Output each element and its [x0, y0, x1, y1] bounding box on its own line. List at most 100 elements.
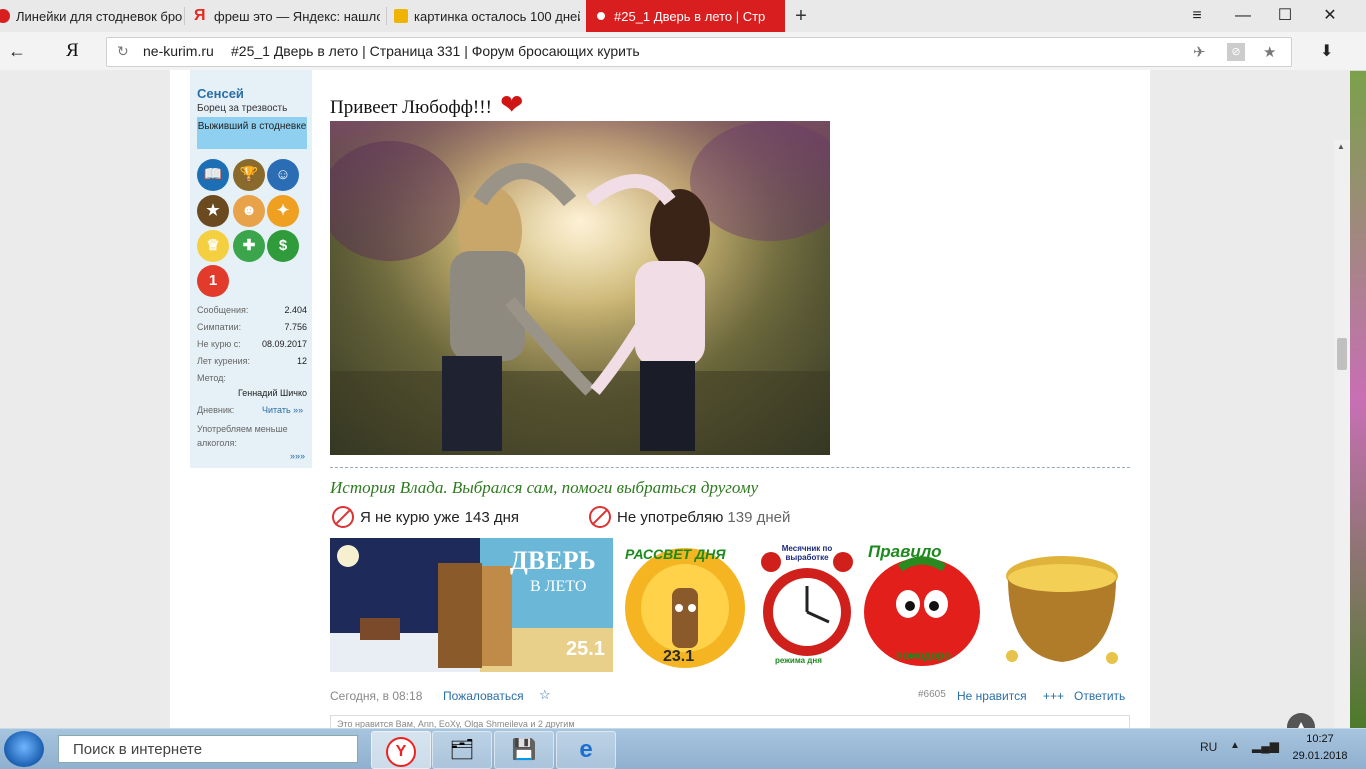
more-link[interactable]: »»»: [290, 451, 305, 461]
tab-yandex-fresh[interactable]: Я фреш это — Яндекс: нашло: [194, 0, 380, 32]
diary-read-link[interactable]: Читать »»: [262, 405, 303, 415]
maximize-icon[interactable]: ☐: [1270, 4, 1300, 28]
tab-bar: Линейки для стодневок бро Я фреш это — Я…: [0, 0, 1366, 32]
keyboard-language-indicator[interactable]: RU: [1200, 740, 1217, 754]
pomodoro-rule-banner[interactable]: Правило помодоро: [860, 538, 985, 672]
counter-prefix: Я не курю уже: [360, 508, 460, 526]
scroll-up-button[interactable]: ▲: [1287, 713, 1315, 728]
clock-top-text: Месячник по выработке: [781, 544, 833, 562]
method-label: Метод:: [197, 373, 226, 383]
page-viewport: Сенсей Борец за трезвость Выживший в сто…: [0, 70, 1350, 728]
stat-value: 2.404: [284, 305, 307, 315]
plus-rating-link[interactable]: +++: [1043, 689, 1064, 703]
clock-date[interactable]: 29.01.2018: [1282, 750, 1358, 762]
bookmark-star-icon[interactable]: ★: [1263, 43, 1276, 61]
stat-value: 08.09.2017: [261, 339, 307, 349]
stat-label: Лет курения:: [197, 356, 251, 366]
download-icon[interactable]: ⬇: [1320, 41, 1333, 61]
user-info-panel: Сенсей Борец за трезвость Выживший в сто…: [190, 70, 312, 468]
url-domain: ne-kurim.ru: [143, 43, 214, 59]
stat-value: 12: [296, 356, 307, 366]
url-field[interactable]: ↻ ne-kurim.ru #25_1 Дверь в лето | Стран…: [106, 37, 1292, 67]
tab-active-forum[interactable]: #25_1 Дверь в лето | Стр: [586, 0, 785, 32]
figures-award-icon[interactable]: ✦: [267, 195, 299, 227]
dislike-link[interactable]: Не нравится: [957, 689, 1027, 703]
back-arrow-icon[interactable]: ←: [8, 41, 28, 61]
yandex-logo[interactable]: Я: [66, 40, 79, 62]
method-value: Геннадий Шичко: [237, 388, 307, 398]
page-scrollbar[interactable]: ▲ ▼: [1334, 140, 1350, 728]
reload-icon[interactable]: ↻: [117, 43, 129, 60]
menu-icon[interactable]: ≡: [1182, 4, 1212, 28]
people-award-icon[interactable]: ☺: [267, 159, 299, 191]
trophy-award-icon[interactable]: 🏆: [233, 159, 265, 191]
yandex-favicon-icon: Я: [194, 7, 206, 24]
tab-image-search[interactable]: картинка осталось 100 дней: [394, 0, 580, 32]
no-smoking-icon: [332, 506, 354, 528]
tray-expand-icon[interactable]: ▲: [1230, 740, 1240, 751]
medal-award-icon[interactable]: ♕: [197, 230, 229, 262]
door-number: 25.1: [566, 638, 605, 660]
scrollbar-thumb[interactable]: [1337, 338, 1347, 370]
door-subtitle: В ЛЕТО: [530, 578, 587, 595]
book-award-icon[interactable]: 📖: [197, 159, 229, 191]
stat-value: 7.756: [284, 322, 307, 332]
tab-separator: [184, 7, 185, 25]
door-title: ДВЕРЬ: [510, 546, 596, 575]
signature-divider: [330, 467, 1130, 468]
gold-pot-art: [1006, 556, 1118, 664]
windows-taskbar: Поиск в интернете Y 🗂 💾 e RU ▲ ▂▄▆ 10:27…: [0, 728, 1366, 769]
post-number-link[interactable]: #6605: [918, 689, 946, 700]
explorer-folders-taskbar-icon[interactable]: 🗂: [432, 731, 492, 769]
protect-icon[interactable]: ⊘: [1227, 43, 1245, 61]
tomato-title: Правило: [868, 542, 942, 561]
user-title: Борец за трезвость: [197, 103, 288, 114]
daily-routine-banner[interactable]: Месячник по выработке режима дня: [757, 538, 857, 672]
dawn-number: 23.1: [663, 648, 695, 665]
tab-label: картинка осталось 100 дней: [414, 8, 580, 24]
group-award-icon[interactable]: ☻: [233, 195, 265, 227]
tab-label: Линейки для стодневок бро: [16, 8, 182, 24]
tomato-award-number: 1: [208, 272, 218, 289]
forum-content: Сенсей Борец за трезвость Выживший в сто…: [170, 70, 1150, 728]
tab-lineyki[interactable]: Линейки для стодневок бро: [0, 0, 182, 32]
alcohol-label: Употребляем меньше алкоголя:: [197, 424, 288, 448]
counter-value: 139 дней: [727, 508, 791, 526]
minimize-icon[interactable]: —: [1228, 4, 1258, 28]
save-app-taskbar-icon[interactable]: 💾: [494, 731, 554, 769]
turbo-icon[interactable]: ✈: [1193, 43, 1206, 61]
address-bar: ← Я ↻ ne-kurim.ru #25_1 Дверь в лето | С…: [0, 32, 1366, 71]
yandex-browser-taskbar-icon[interactable]: Y: [371, 731, 431, 769]
scrollbar-up-arrow-icon[interactable]: ▲: [1337, 142, 1345, 151]
pot-of-gold-banner[interactable]: [992, 538, 1130, 672]
no-smoking-favicon-icon: [594, 9, 608, 23]
post-photo: [330, 121, 830, 455]
taskbar-search-input[interactable]: Поиск в интернете: [58, 735, 358, 763]
username-link[interactable]: Сенсей: [197, 86, 244, 101]
counter-prefix: Не употребляю: [617, 508, 724, 526]
clock-bottom-text: режима дня: [775, 656, 822, 665]
star-award-icon[interactable]: ★: [197, 195, 229, 227]
reply-link[interactable]: Ответить: [1074, 689, 1125, 703]
post-date: Сегодня, в 08:18: [330, 689, 423, 703]
stat-label: Симпатии:: [197, 322, 242, 332]
network-signal-icon[interactable]: ▂▄▆: [1252, 739, 1279, 753]
tomato-subtitle: помодоро: [896, 650, 951, 662]
image-favicon-icon: [394, 9, 408, 23]
chat-award-icon[interactable]: ✚: [233, 230, 265, 262]
new-tab-button[interactable]: +: [790, 4, 812, 28]
tomato-award-icon[interactable]: 1: [197, 265, 229, 297]
start-button[interactable]: [4, 731, 44, 767]
dawn-title: РАССВЕТ ДНЯ: [625, 546, 726, 562]
internet-explorer-taskbar-icon[interactable]: e: [556, 731, 616, 769]
close-icon[interactable]: ✕: [1315, 4, 1345, 28]
money-award-icon[interactable]: $: [267, 230, 299, 262]
signature-title-link[interactable]: История Влада. Выбрался сам, помоги выбр…: [330, 478, 758, 498]
tab-label: фреш это — Яндекс: нашло: [214, 8, 380, 24]
no-smoking-favicon-icon: [0, 9, 10, 23]
door-to-summer-banner[interactable]: ДВЕРЬ В ЛЕТО 25.1: [330, 538, 613, 672]
dawn-of-day-banner[interactable]: РАССВЕТ ДНЯ 23.1: [617, 538, 753, 672]
clock-time[interactable]: 10:27: [1290, 733, 1350, 745]
complain-link[interactable]: Пожаловаться: [443, 689, 524, 703]
bookmark-star-icon[interactable]: ☆: [539, 687, 551, 703]
